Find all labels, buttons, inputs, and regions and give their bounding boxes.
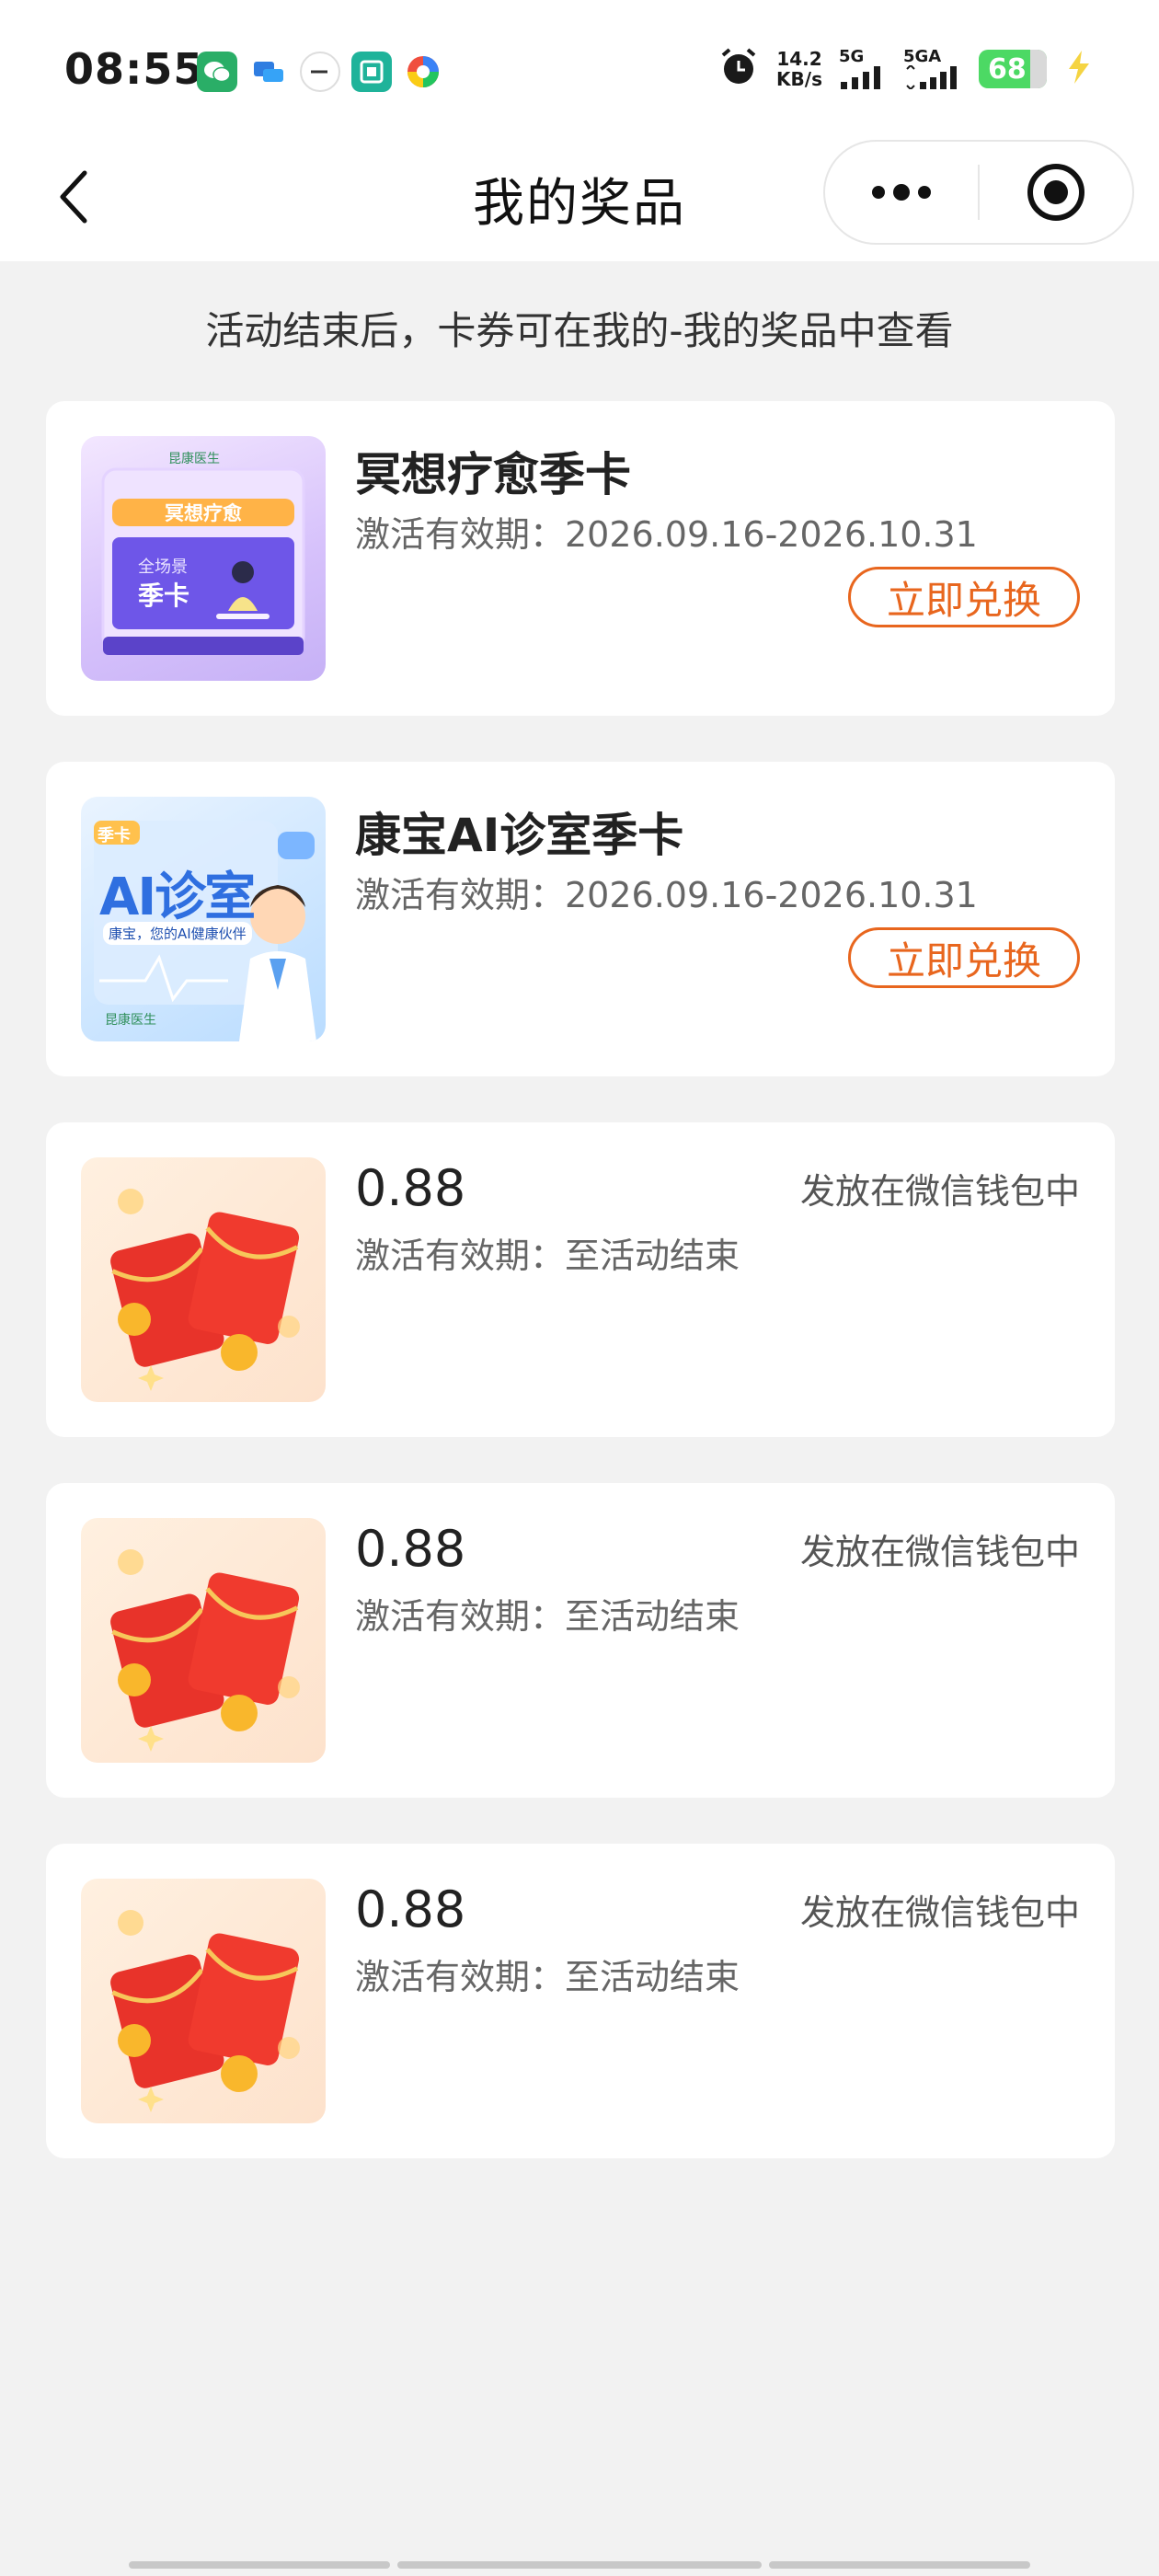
network-speed: 14.2 KB/s: [776, 48, 822, 90]
messages-icon: [248, 52, 289, 92]
red-envelope-illustration: [110, 1910, 300, 2112]
more-button[interactable]: [825, 142, 978, 243]
notification-icons: [197, 52, 443, 92]
more-dots-icon: [872, 184, 931, 201]
prize-name: 康宝AI诊室季卡: [355, 809, 684, 862]
signal-2: 5GA: [903, 49, 962, 89]
alarm-icon: [717, 46, 760, 92]
ai-clinic-card-image: 季卡 AI诊室 康宝，您的AI健康伙伴 昆康医生: [81, 797, 326, 1041]
prize-card: 季卡 AI诊室 康宝，您的AI健康伙伴 昆康医生 康宝AI诊室季卡 激活有效期：…: [46, 762, 1115, 1076]
signal-bars-icon: [841, 66, 880, 89]
target-icon: [1027, 164, 1084, 221]
home-indicator[interactable]: [397, 2561, 762, 2569]
close-miniprogram-button[interactable]: [980, 142, 1132, 243]
prize-card: 0.88 激活有效期：至活动结束 发放在微信钱包中: [46, 1483, 1115, 1798]
status-time: 08:55: [64, 44, 204, 94]
red-packet-image: [81, 1518, 326, 1763]
wallet-note: 发放在微信钱包中: [799, 1171, 1080, 1212]
prize-card: 0.88 激活有效期：至活动结束 发放在微信钱包中: [46, 1122, 1115, 1437]
nav-bar: 我的奖品: [0, 138, 1159, 261]
home-indicator[interactable]: [769, 2561, 1030, 2569]
reader-app-icon: [351, 52, 392, 92]
redeem-button[interactable]: 立即兑换: [848, 567, 1080, 627]
prize-validity: 激活有效期：2026.09.16-2026.10.31: [355, 875, 978, 915]
signal-1: 5G: [839, 49, 887, 89]
meditation-card-image: 昆康医生 冥想疗愈 全场景 季卡: [81, 436, 326, 681]
home-indicator[interactable]: [129, 2561, 390, 2569]
prize-validity: 激活有效期：至活动结束: [355, 1236, 740, 1276]
wallet-note: 发放在微信钱包中: [799, 1892, 1080, 1933]
prize-amount: 0.88: [355, 1520, 466, 1578]
wallet-note: 发放在微信钱包中: [799, 1532, 1080, 1572]
red-packet-image: [81, 1157, 326, 1402]
red-envelope-illustration: [110, 1189, 300, 1391]
redeem-button[interactable]: 立即兑换: [848, 927, 1080, 988]
app-icon: [300, 52, 340, 92]
browser-app-icon: [403, 52, 443, 92]
prize-amount: 0.88: [355, 1880, 466, 1938]
prize-name: 冥想疗愈季卡: [355, 448, 631, 501]
prize-card: 昆康医生 冥想疗愈 全场景 季卡 冥想疗愈季卡 激活有效期：2026.09.16…: [46, 401, 1115, 716]
wechat-icon: [197, 52, 237, 92]
prize-amount: 0.88: [355, 1159, 466, 1217]
prize-validity: 激活有效期：至活动结束: [355, 1596, 740, 1637]
charging-icon: [1063, 49, 1095, 89]
mini-program-capsule: [823, 140, 1134, 245]
prize-validity: 激活有效期：至活动结束: [355, 1957, 740, 1997]
status-bar: 08:55 14.2 KB/s 5G 5GA 68: [0, 0, 1159, 138]
prize-validity: 激活有效期：2026.09.16-2026.10.31: [355, 514, 978, 555]
signal-bars-icon: [906, 65, 957, 89]
meditation-illustration: [101, 467, 305, 655]
red-packet-image: [81, 1879, 326, 2123]
red-envelope-illustration: [110, 1549, 300, 1752]
system-status: 14.2 KB/s 5G 5GA 68: [717, 46, 1095, 92]
battery-indicator: 68: [979, 50, 1047, 88]
prize-card: 0.88 激活有效期：至活动结束 发放在微信钱包中: [46, 1844, 1115, 2158]
hint-text: 活动结束后，卡券可在我的-我的奖品中查看: [205, 308, 954, 353]
